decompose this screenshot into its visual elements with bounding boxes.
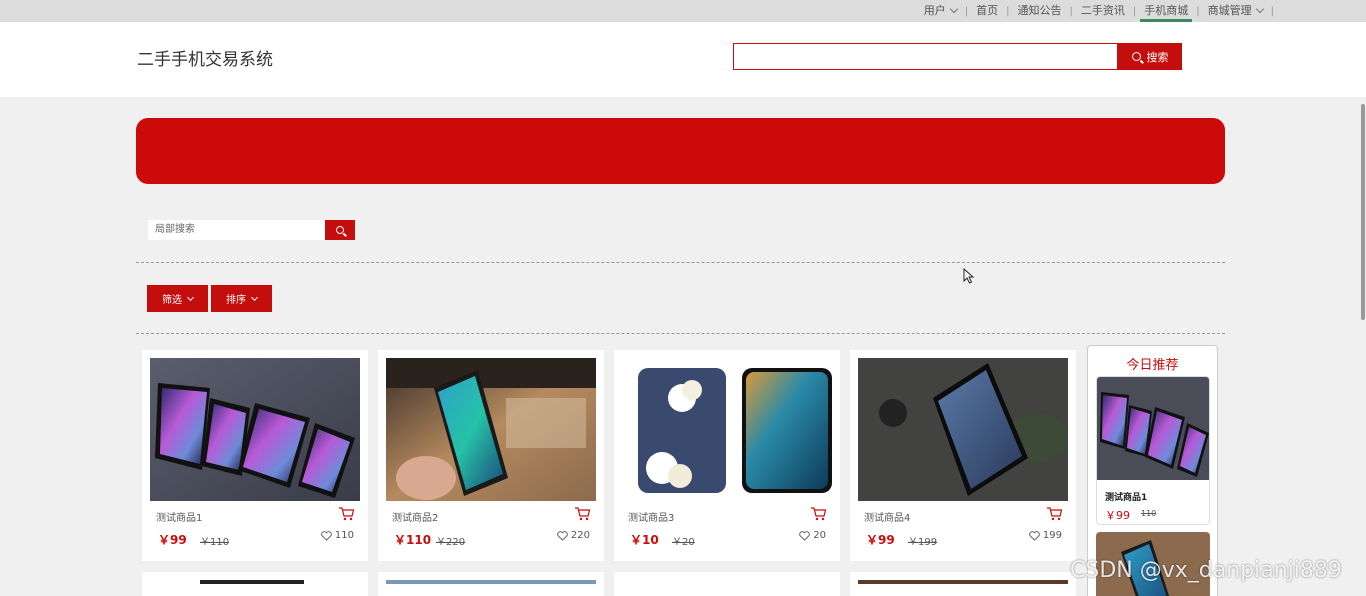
- likes-count: 199: [1042, 530, 1062, 541]
- chevron-down-icon: [186, 293, 195, 301]
- nav-mall-label: 手机商城: [1144, 4, 1189, 17]
- product-image[interactable]: [386, 358, 596, 501]
- product-card[interactable]: 测试商品3 ￥10 ￥20 20: [614, 350, 840, 561]
- divider: [136, 262, 1225, 263]
- cart-icon[interactable]: [574, 507, 590, 521]
- product-likes[interactable]: 110: [321, 530, 354, 541]
- divider: [136, 333, 1225, 334]
- nav-divider: |: [1196, 5, 1200, 17]
- product-image[interactable]: [386, 580, 596, 584]
- recommend-item[interactable]: 测试商品1 ￥99 110: [1096, 376, 1210, 525]
- cart-icon[interactable]: [810, 507, 826, 521]
- scrollbar-thumb[interactable]: [1361, 104, 1365, 320]
- mouse-cursor-icon: [963, 268, 975, 284]
- nav-user-label: 用户: [923, 4, 946, 17]
- search-icon: [336, 226, 344, 234]
- nav-user[interactable]: 用户: [918, 0, 963, 22]
- chevron-down-icon: [1255, 4, 1264, 14]
- product-old-price: ￥199: [908, 537, 938, 548]
- recommend-title: 今日推荐: [1126, 358, 1179, 373]
- product-card[interactable]: 测试商品4 ￥99 ￥199 199: [850, 350, 1076, 561]
- likes-count: 220: [570, 530, 590, 541]
- nav-home[interactable]: 首页: [970, 0, 1004, 22]
- nav-notice-label: 通知公告: [1017, 4, 1062, 17]
- product-old-price: ￥220: [436, 537, 466, 548]
- heart-icon[interactable]: [799, 530, 811, 541]
- nav-divider: |: [1069, 5, 1073, 17]
- product-image[interactable]: [200, 580, 304, 584]
- product-price: ￥10: [630, 533, 659, 547]
- product-likes[interactable]: 20: [799, 530, 826, 541]
- site-logo[interactable]: 二手手机交易系统: [137, 45, 273, 70]
- product-image[interactable]: [622, 358, 832, 501]
- chevron-down-icon: [949, 4, 958, 14]
- product-card[interactable]: [142, 572, 368, 596]
- watermark: CSDN @vx_danpianji889: [1070, 558, 1342, 583]
- search-button-label: 搜索: [1146, 50, 1169, 64]
- heart-icon[interactable]: [557, 530, 568, 541]
- local-search-input[interactable]: 局部搜索: [148, 220, 325, 240]
- product-price: ￥99: [866, 533, 895, 547]
- product-likes[interactable]: 220: [557, 530, 590, 541]
- product-image[interactable]: [858, 358, 1068, 501]
- likes-count: 20: [813, 530, 826, 541]
- nav-news[interactable]: 二手资讯: [1075, 0, 1131, 22]
- product-old-price: ￥110: [200, 537, 230, 548]
- recommend-image[interactable]: [1097, 377, 1209, 480]
- local-search-button[interactable]: [325, 220, 355, 240]
- filter-button-label: 筛选: [162, 295, 182, 306]
- nav-divider: |: [1132, 5, 1137, 17]
- nav-notice[interactable]: 通知公告: [1012, 0, 1068, 22]
- search-input[interactable]: [733, 43, 1118, 70]
- nav-manage-label: 商城管理: [1207, 4, 1252, 17]
- chevron-down-icon: [250, 293, 259, 301]
- banner: [136, 118, 1225, 184]
- nav-home-label: 首页: [976, 4, 999, 17]
- sort-button-label: 排序: [226, 295, 246, 306]
- filter-button[interactable]: 筛选: [147, 285, 208, 312]
- product-card[interactable]: 测试商品2 ￥110 ￥220 220: [378, 350, 604, 561]
- product-card[interactable]: 测试商品1 ￥99 ￥110 110: [142, 350, 368, 561]
- recommend-item-name[interactable]: 测试商品1: [1105, 490, 1147, 503]
- heart-icon[interactable]: [321, 530, 332, 541]
- product-name[interactable]: 测试商品1: [156, 509, 202, 524]
- sort-button[interactable]: 排序: [211, 285, 272, 312]
- product-price: ￥99: [158, 533, 187, 547]
- product-card[interactable]: [614, 572, 840, 596]
- product-likes[interactable]: 199: [1029, 530, 1062, 541]
- recommend-item-old-price: 110: [1141, 509, 1157, 518]
- product-image[interactable]: [858, 580, 1068, 584]
- top-nav-bar: 用户 | 首页 | 通知公告 | 二手资讯 | 手机商城 | 商城管理 |: [0, 0, 1366, 22]
- product-name[interactable]: 测试商品2: [392, 509, 438, 524]
- nav-news-label: 二手资讯: [1080, 4, 1125, 17]
- top-nav: 用户 | 首页 | 通知公告 | 二手资讯 | 手机商城 | 商城管理 |: [918, 0, 1276, 22]
- heart-icon[interactable]: [1029, 530, 1040, 541]
- product-name[interactable]: 测试商品4: [864, 509, 910, 524]
- search-icon: [1131, 52, 1141, 61]
- product-price: ￥110: [394, 533, 432, 547]
- product-old-price: ￥20: [672, 537, 695, 548]
- nav-divider: |: [964, 5, 969, 17]
- nav-manage[interactable]: 商城管理: [1202, 0, 1269, 22]
- product-card[interactable]: [850, 572, 1076, 596]
- header: 二手手机交易系统 搜索: [0, 22, 1366, 97]
- nav-mall[interactable]: 手机商城: [1138, 0, 1194, 22]
- cart-icon[interactable]: [1046, 507, 1062, 521]
- product-name[interactable]: 测试商品3: [628, 509, 674, 524]
- search-button[interactable]: 搜索: [1118, 43, 1182, 70]
- nav-divider: |: [1006, 5, 1010, 17]
- nav-divider: |: [1270, 5, 1274, 17]
- recommend-item-price: ￥99: [1105, 509, 1130, 522]
- product-image[interactable]: [150, 358, 360, 501]
- product-card[interactable]: [378, 572, 604, 596]
- cart-icon[interactable]: [338, 507, 354, 521]
- likes-count: 110: [334, 530, 354, 541]
